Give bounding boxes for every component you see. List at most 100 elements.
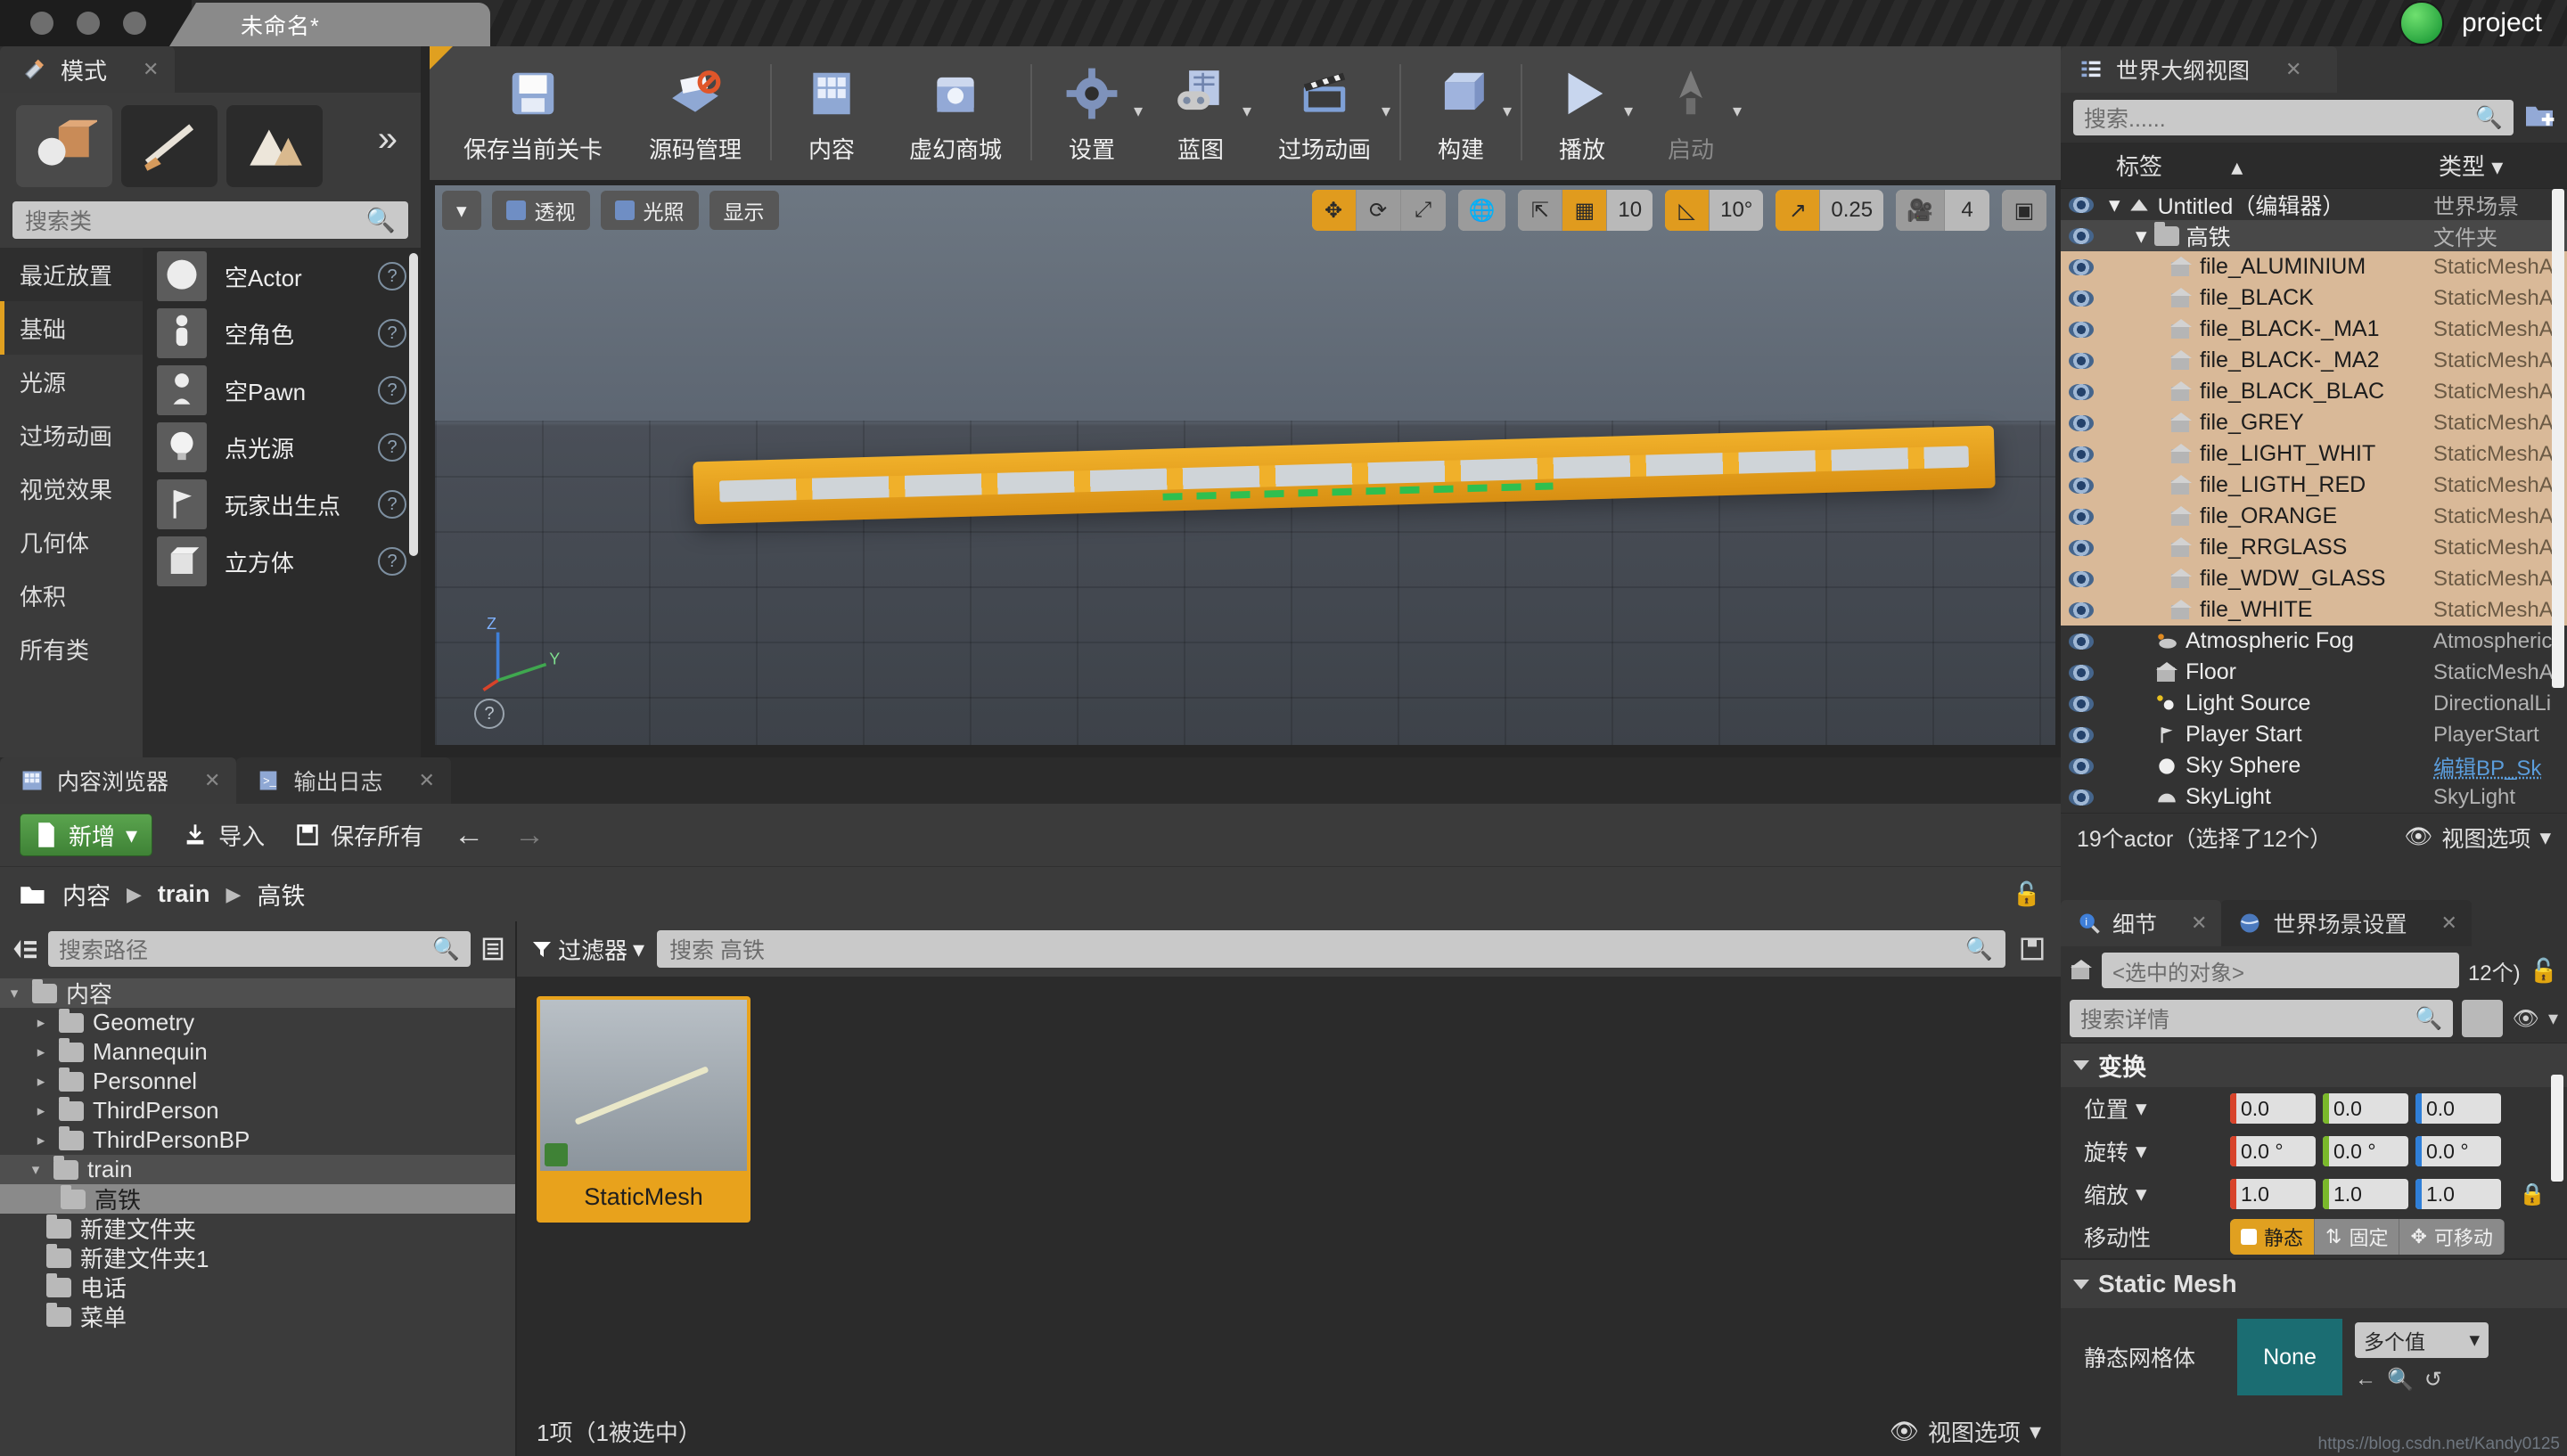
camera-speed-icon[interactable]: 🎥 [1896, 190, 1945, 231]
browse-back-icon[interactable]: ← [2355, 1367, 2376, 1393]
outliner-row-mesh[interactable]: file_ORANGE StaticMeshA [2061, 501, 2567, 532]
maximize-window-dot[interactable] [123, 12, 146, 35]
tree-item-gaotie[interactable]: 高铁 [0, 1184, 515, 1214]
landscape-mode-button[interactable] [226, 105, 323, 187]
add-new-button[interactable]: 新增 ▾ [20, 814, 153, 856]
rotation-x-input[interactable]: 0.0 ° [2230, 1136, 2316, 1166]
placeable-player-start[interactable]: 玩家出生点 ? [143, 476, 421, 533]
category-all-classes[interactable]: 所有类 [0, 622, 143, 675]
outliner-row-sky-sphere[interactable]: Sky Sphere 编辑BP_Sk [2061, 750, 2567, 781]
outliner-row-light-source[interactable]: Light Source DirectionalLi [2061, 688, 2567, 719]
scale-lock-icon[interactable]: 🔒 [2519, 1182, 2546, 1207]
save-asset-icon[interactable] [2018, 936, 2046, 962]
placeable-empty-pawn[interactable]: 空Pawn ? [143, 362, 421, 419]
tree-item-thirdperson[interactable]: ▸ ThirdPerson [0, 1096, 515, 1125]
toolbar-cinematics[interactable]: 过场动画 ▾ [1255, 46, 1394, 180]
sources-options-icon[interactable] [480, 936, 506, 962]
surface-snap-icon[interactable]: ⇱ [1518, 190, 1563, 231]
toolbar-launch[interactable]: 启动 ▾ [1636, 46, 1745, 180]
scale-snap-icon[interactable]: ↗ [1776, 190, 1821, 231]
visibility-eye-icon[interactable] [2061, 695, 2102, 712]
category-basic[interactable]: 基础 [0, 301, 143, 355]
location-x-input[interactable]: 0.0 [2230, 1093, 2316, 1124]
tab-modes[interactable]: 模式 ✕ [0, 46, 176, 93]
outliner-row-skylight[interactable]: SkyLight SkyLight [2061, 781, 2567, 813]
tab-content-browser[interactable]: 内容浏览器 ✕ [0, 757, 237, 804]
details-search-input[interactable]: 搜索详情 🔍 [2070, 1000, 2454, 1037]
breadcrumb-item-current[interactable]: 高铁 [257, 877, 305, 912]
outliner-row-mesh[interactable]: file_LIGHT_WHIT StaticMeshA [2061, 438, 2567, 470]
outliner-row-mesh[interactable]: file_RRGLASS StaticMeshA [2061, 532, 2567, 563]
world-globe-icon[interactable]: 🌐 [1457, 190, 1506, 231]
close-icon[interactable]: ✕ [2440, 912, 2456, 935]
window-controls[interactable] [0, 0, 192, 46]
eye-icon[interactable]: 👁 [2512, 1006, 2538, 1032]
visibility-eye-icon[interactable] [2061, 321, 2102, 338]
content-view-options-button[interactable]: 👁 视图选项 ▾ [1890, 1415, 2041, 1448]
help-icon[interactable]: ? [378, 319, 406, 348]
tab-output-log[interactable]: >_ 输出日志 ✕ [236, 757, 451, 804]
breadcrumb-item-content[interactable]: 内容 [62, 877, 111, 912]
modes-search-input[interactable]: 搜索类 🔍 [12, 201, 408, 239]
close-icon[interactable]: ✕ [2285, 58, 2301, 81]
static-mesh-value-dropdown[interactable]: 多个值 ▾ [2355, 1321, 2489, 1358]
arrow-right-icon[interactable]: → [514, 818, 545, 853]
scale-x-input[interactable]: 1.0 [2230, 1179, 2316, 1209]
outliner-row-player-start[interactable]: Player Start PlayerStart [2061, 719, 2567, 750]
mobility-static-option[interactable]: 静态 [2230, 1219, 2316, 1255]
maximize-icon[interactable]: ▣ [2002, 190, 2046, 231]
tree-item-mannequin[interactable]: ▸ Mannequin [0, 1037, 515, 1067]
static-mesh-thumbnail[interactable]: None [2237, 1319, 2342, 1395]
visibility-eye-icon[interactable] [2061, 570, 2102, 587]
close-icon[interactable]: ✕ [143, 58, 159, 81]
transform-section-header[interactable]: 变换 [2061, 1043, 2567, 1087]
chevron-down-icon[interactable]: ▾ [1733, 100, 1742, 122]
selected-object-field[interactable]: <选中的对象> [2102, 953, 2459, 988]
visibility-eye-icon[interactable] [2061, 757, 2102, 774]
category-lights[interactable]: 光源 [0, 355, 143, 408]
location-y-input[interactable]: 0.0 [2323, 1093, 2408, 1124]
static-mesh-section-header[interactable]: Static Mesh [2061, 1258, 2567, 1308]
tree-item-phone[interactable]: 电话 [0, 1272, 515, 1302]
visibility-eye-icon[interactable] [2061, 633, 2102, 650]
visibility-eye-icon[interactable] [2061, 383, 2102, 400]
chevron-right-icon[interactable]: ▸ [32, 1014, 50, 1032]
rotation-y-input[interactable]: 0.0 ° [2323, 1136, 2408, 1166]
chevron-right-icon[interactable]: ▸ [32, 1132, 50, 1149]
chevron-down-icon[interactable]: ▾ [2109, 192, 2120, 218]
chevron-down-icon[interactable]: ▾ [2136, 1181, 2147, 1207]
close-window-dot[interactable] [30, 12, 53, 35]
show-button[interactable]: 显示 [709, 191, 779, 230]
tree-item-train[interactable]: ▾ train [0, 1155, 515, 1184]
expand-modes-icon[interactable]: » [378, 119, 398, 160]
chevron-down-icon[interactable]: ▾ [2548, 1007, 2558, 1030]
visibility-eye-icon[interactable] [2061, 414, 2102, 431]
viewport-help-icon[interactable]: ? [474, 699, 504, 729]
paint-mode-button[interactable] [121, 105, 217, 187]
category-geometry[interactable]: 几何体 [0, 515, 143, 568]
tree-item-menu[interactable]: 菜单 [0, 1302, 515, 1331]
scale-z-input[interactable]: 1.0 [2415, 1179, 2501, 1209]
placeable-point-light[interactable]: 点光源 ? [143, 419, 421, 476]
grid-snap-value[interactable]: 10 [1607, 190, 1653, 231]
lock-icon[interactable]: 🔓 [2530, 957, 2558, 985]
placeable-cube[interactable]: 立方体 ? [143, 533, 421, 590]
outliner-search-input[interactable]: 搜索...... 🔍 [2073, 100, 2514, 135]
chevron-down-icon[interactable]: ▾ [1242, 100, 1251, 122]
visibility-eye-icon[interactable] [2061, 352, 2102, 369]
chevron-down-icon[interactable]: ▾ [5, 985, 23, 1002]
tree-item-newfolder1[interactable]: 新建文件夹1 [0, 1243, 515, 1272]
toolbar-settings[interactable]: 设置 ▾ [1037, 46, 1146, 180]
outliner-row-world[interactable]: ▾ Untitled（编辑器） 世界场景 [2061, 189, 2567, 220]
new-folder-icon[interactable] [2524, 104, 2555, 131]
placeable-empty-character[interactable]: 空角色 ? [143, 305, 421, 362]
tree-item-content[interactable]: ▾ 内容 [0, 978, 515, 1008]
outliner-row-mesh[interactable]: file_WHITE StaticMeshA [2061, 594, 2567, 626]
placeable-scrollbar[interactable] [409, 253, 418, 556]
visibility-eye-icon[interactable] [2061, 196, 2102, 213]
tree-item-geometry[interactable]: ▸ Geometry [0, 1008, 515, 1037]
toolbar-build[interactable]: 构建 ▾ [1407, 46, 1515, 180]
level-viewport[interactable]: Z Y ? [435, 185, 2055, 745]
minimize-window-dot[interactable] [77, 12, 100, 35]
placeable-empty-actor[interactable]: 空Actor ? [143, 248, 421, 305]
